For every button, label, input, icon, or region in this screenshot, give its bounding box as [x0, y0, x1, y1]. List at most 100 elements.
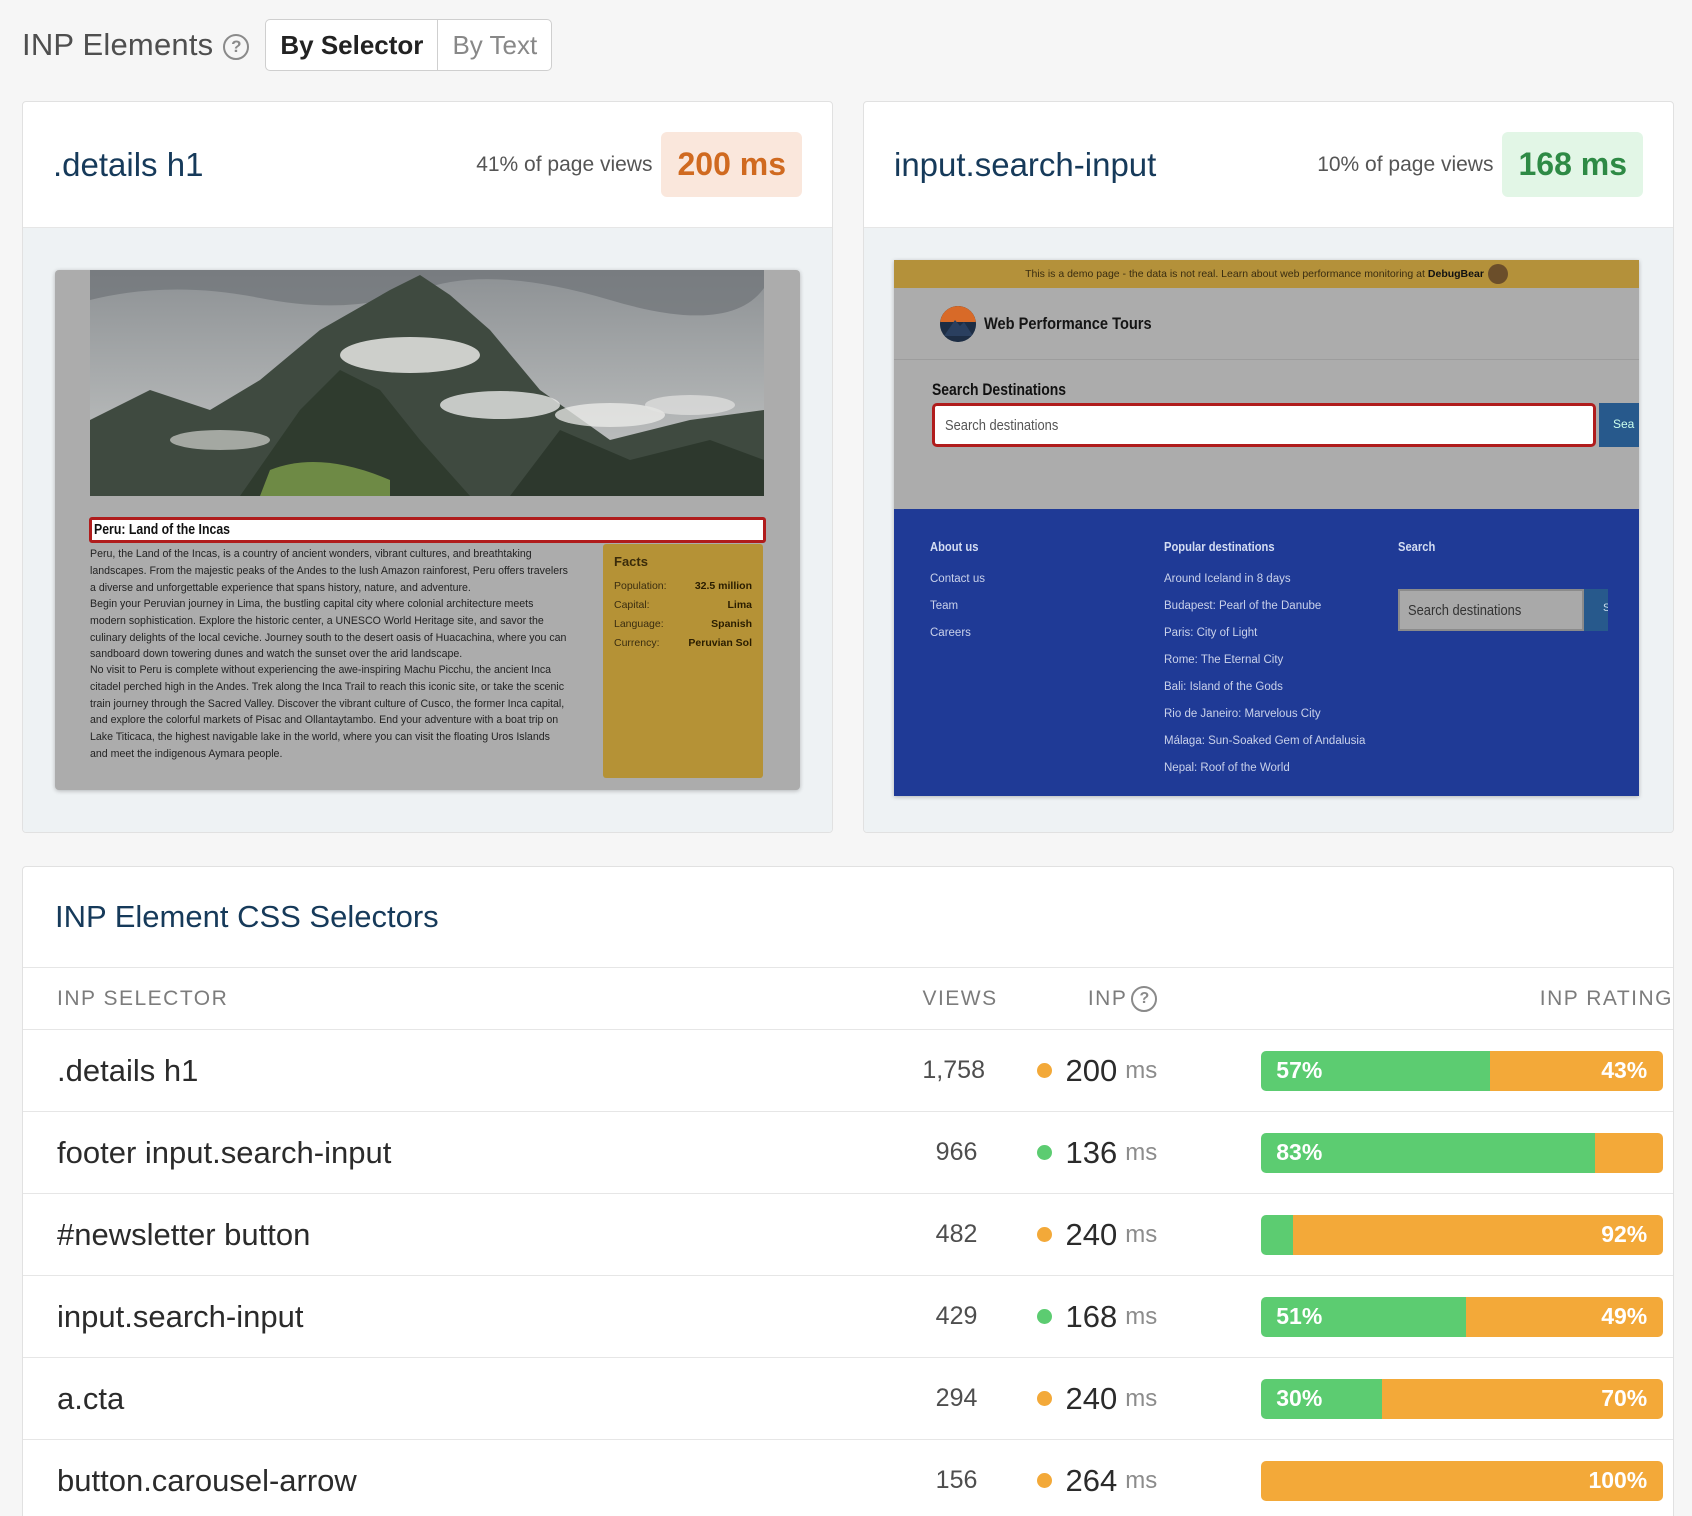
card-selector-title: input.search-input	[894, 145, 1157, 183]
card-inp-badge: 168 ms	[1502, 132, 1643, 197]
footer-search-column: Search Search destinations S	[1398, 539, 1639, 659]
site-footer: About us Contact us Team Careers Popular…	[894, 509, 1639, 796]
fact-value: 32.5 million	[694, 580, 752, 592]
row-rating: 57% 43%	[1157, 1050, 1673, 1091]
row-inp-unit: ms	[1125, 1384, 1158, 1412]
row-selector: input.search-input	[57, 1298, 304, 1334]
bear-icon	[1487, 264, 1508, 284]
rating-poor-segment: 92%	[1293, 1214, 1664, 1255]
rating-good-segment: 57%	[1261, 1050, 1491, 1091]
row-selector: #newsletter button	[57, 1216, 311, 1252]
footer-link: Team	[930, 600, 959, 612]
row-rating: 100%	[1157, 1460, 1673, 1501]
row-inp-unit: ms	[1125, 1056, 1158, 1084]
row-inp-value: 136	[1065, 1134, 1118, 1170]
row-rating: 83%	[1157, 1132, 1673, 1173]
row-inp: 240 ms	[977, 1381, 1157, 1417]
status-dot	[1036, 1227, 1052, 1242]
row-views: 156	[935, 1466, 978, 1494]
row-views: 966	[935, 1138, 978, 1166]
card-inp-badge: 200 ms	[661, 132, 802, 197]
fact-label: Currency:	[614, 637, 660, 649]
card-selector-title: .details h1	[53, 145, 204, 183]
search-button: Sea	[1599, 403, 1639, 447]
column-header-inp[interactable]: INP ?	[977, 985, 1158, 1012]
paragraph-1: Peru, the Land of the Incas, is a countr…	[90, 548, 568, 594]
by-selector-button[interactable]: By Selector	[266, 20, 437, 70]
view-toggle: By Selector By Text	[265, 19, 553, 71]
row-inp-value: 240	[1065, 1216, 1118, 1252]
row-views: 429	[935, 1302, 978, 1330]
table-row[interactable]: a.cta 294 240 ms 30% 70%	[23, 1358, 1673, 1440]
row-inp-value: 200	[1065, 1052, 1118, 1088]
rating-poor-segment: 43%	[1490, 1050, 1664, 1091]
row-selector: footer input.search-input	[57, 1134, 392, 1170]
card-screenshot-area: This is a demo page - the data is not re…	[864, 228, 1673, 832]
mountain-logo-icon	[940, 305, 976, 342]
rating-poor-segment	[1594, 1132, 1664, 1173]
fact-label: Language:	[614, 618, 664, 630]
status-dot	[1036, 1145, 1052, 1160]
element-card-search-input[interactable]: input.search-input 10% of page views 168…	[863, 101, 1674, 833]
search-placeholder: Search destinations	[945, 417, 1059, 434]
footer-popular-column: Popular destinations Around Iceland in 8…	[1164, 539, 1365, 782]
table-row[interactable]: .details h1 1,758 200 ms 57% 43%	[23, 1030, 1673, 1112]
row-views: 1,758	[922, 1056, 985, 1084]
page-header: INP Elements ? By Selector By Text	[22, 18, 553, 72]
by-text-button[interactable]: By Text	[437, 20, 551, 70]
table-header: INP SELECTOR VIEWS INP ? INP RATING	[23, 968, 1673, 1030]
status-dot	[1036, 1309, 1052, 1324]
footer-search-title: Search	[1398, 539, 1436, 554]
row-views: 482	[935, 1220, 978, 1248]
card-views-percentage: 10% of page views	[1317, 152, 1494, 176]
row-inp: 168 ms	[977, 1299, 1157, 1335]
row-inp-value: 264	[1065, 1462, 1118, 1498]
footer-link: Budapest: Pearl of the Danube	[1164, 600, 1322, 612]
fact-label: Capital:	[614, 599, 650, 611]
table-row[interactable]: #newsletter button 482 240 ms 92%	[23, 1194, 1673, 1276]
footer-about-column: About us Contact us Team Careers	[930, 539, 986, 647]
fact-value: Peruvian Sol	[688, 637, 752, 649]
fact-row: Capital: Lima	[614, 596, 752, 615]
footer-search-input: Search destinations	[1398, 589, 1584, 631]
rating-bar: 83%	[1261, 1132, 1664, 1173]
row-inp: 136 ms	[977, 1135, 1157, 1171]
facts-box: Facts Population: 32.5 million Capital: Li…	[603, 544, 763, 778]
paragraph-2: Begin your Peruvian journey in Lima, the…	[90, 598, 567, 661]
help-icon[interactable]: ?	[223, 34, 250, 60]
element-card-details-h1[interactable]: .details h1 41% of page views 200 ms Per…	[22, 101, 833, 833]
rating-bar: 100%	[1261, 1460, 1664, 1501]
help-icon[interactable]: ?	[1131, 985, 1158, 1012]
rating-good-segment: 83%	[1261, 1132, 1595, 1173]
footer-link: Careers	[930, 627, 971, 639]
row-rating: 51% 49%	[1157, 1296, 1673, 1337]
row-inp-value: 168	[1065, 1298, 1118, 1334]
row-inp-unit: ms	[1125, 1302, 1158, 1330]
column-header-selector[interactable]: INP SELECTOR	[23, 987, 922, 1011]
row-inp: 240 ms	[977, 1217, 1157, 1253]
table-title: INP Element CSS Selectors	[23, 867, 1673, 968]
table-row[interactable]: button.carousel-arrow 156 264 ms 100%	[23, 1440, 1673, 1516]
fact-value: Spanish	[711, 618, 752, 630]
table-row[interactable]: input.search-input 429 168 ms 51% 49%	[23, 1276, 1673, 1358]
highlighted-element-heading: Peru: Land of the Incas	[89, 517, 766, 543]
column-header-rating[interactable]: INP RATING	[1157, 987, 1673, 1011]
card-views-percentage: 41% of page views	[476, 152, 653, 176]
rating-poor-segment: 49%	[1466, 1296, 1664, 1337]
fact-row: Population: 32.5 million	[614, 577, 752, 596]
row-inp: 200 ms	[977, 1053, 1157, 1089]
banner-brand: DebugBear	[1427, 268, 1484, 280]
footer-link: Rio de Janeiro: Marvelous City	[1164, 708, 1321, 720]
footer-link: Paris: City of Light	[1164, 627, 1258, 639]
footer-link: Rome: The Eternal City	[1164, 654, 1284, 666]
status-dot	[1036, 1391, 1052, 1406]
row-selector: a.cta	[57, 1380, 125, 1416]
footer-link: Around Iceland in 8 days	[1164, 573, 1291, 585]
table-row[interactable]: footer input.search-input 966 136 ms 83%	[23, 1112, 1673, 1194]
facts-title: Facts	[614, 554, 648, 569]
rating-poor-segment: 70%	[1381, 1378, 1664, 1419]
row-rating: 30% 70%	[1157, 1378, 1673, 1419]
footer-link: Málaga: Sun-Soaked Gem of Andalusia	[1164, 735, 1366, 747]
column-header-views[interactable]: VIEWS	[922, 987, 996, 1011]
footer-search-button: S	[1584, 589, 1608, 631]
